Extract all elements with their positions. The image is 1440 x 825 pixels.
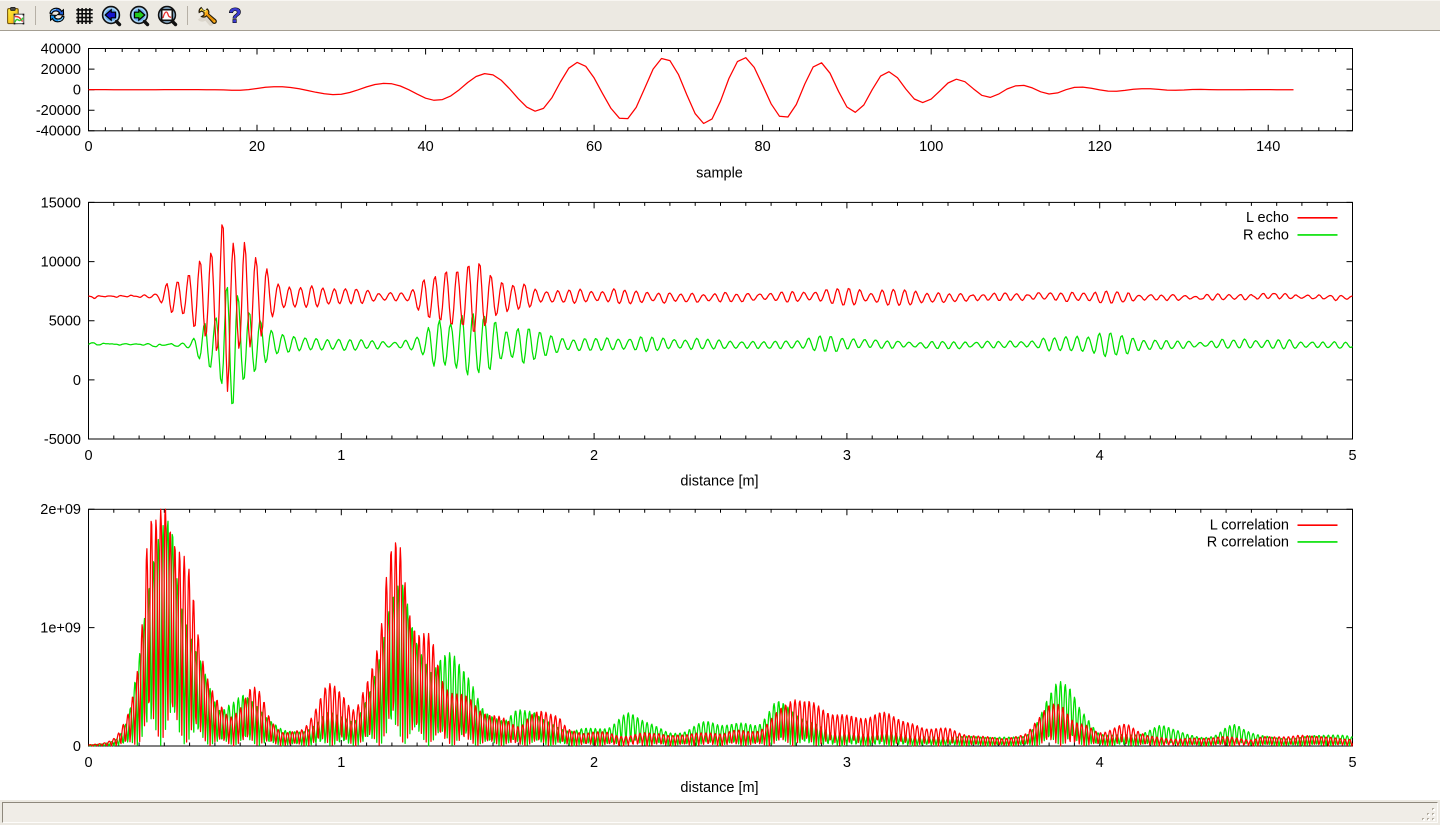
svg-text:0: 0 (73, 373, 81, 389)
svg-text:-20000: -20000 (36, 103, 81, 119)
svg-text:2e+09: 2e+09 (40, 502, 81, 518)
svg-text:R echo: R echo (1243, 227, 1289, 243)
svg-text:120: 120 (1088, 139, 1112, 155)
svg-text:L echo: L echo (1246, 210, 1289, 226)
svg-text:40: 40 (418, 139, 434, 155)
svg-text:0: 0 (84, 755, 92, 771)
svg-text:L correlation: L correlation (1210, 518, 1289, 534)
svg-text:distance [m]: distance [m] (680, 780, 758, 796)
svg-text:60: 60 (586, 139, 602, 155)
svg-text:140: 140 (1256, 139, 1280, 155)
svg-text:3: 3 (843, 755, 851, 771)
svg-text:1: 1 (337, 448, 345, 464)
svg-text:sample: sample (696, 166, 743, 182)
svg-text:4: 4 (1096, 448, 1104, 464)
svg-text:R correlation: R correlation (1207, 534, 1289, 550)
svg-text:2: 2 (590, 755, 598, 771)
svg-text:-40000: -40000 (36, 124, 81, 140)
svg-text:-5000: -5000 (44, 432, 81, 448)
svg-text:5000: 5000 (49, 314, 81, 330)
svg-text:5: 5 (1348, 755, 1356, 771)
svg-text:distance [m]: distance [m] (680, 474, 758, 490)
svg-text:2: 2 (590, 448, 598, 464)
svg-text:15000: 15000 (41, 195, 81, 211)
svg-text:40000: 40000 (41, 41, 81, 57)
svg-text:1: 1 (337, 755, 345, 771)
svg-text:10000: 10000 (41, 254, 81, 270)
svg-text:1e+09: 1e+09 (40, 621, 81, 637)
svg-text:0: 0 (73, 83, 81, 99)
svg-text:5: 5 (1348, 448, 1356, 464)
svg-text:3: 3 (843, 448, 851, 464)
svg-text:80: 80 (755, 139, 771, 155)
svg-text:0: 0 (84, 139, 92, 155)
svg-text:0: 0 (84, 448, 92, 464)
svg-text:20000: 20000 (41, 62, 81, 78)
svg-text:?: ? (229, 5, 242, 27)
svg-text:0: 0 (73, 739, 81, 755)
svg-text:100: 100 (919, 139, 943, 155)
svg-text:20: 20 (249, 139, 265, 155)
svg-text:4: 4 (1096, 755, 1104, 771)
